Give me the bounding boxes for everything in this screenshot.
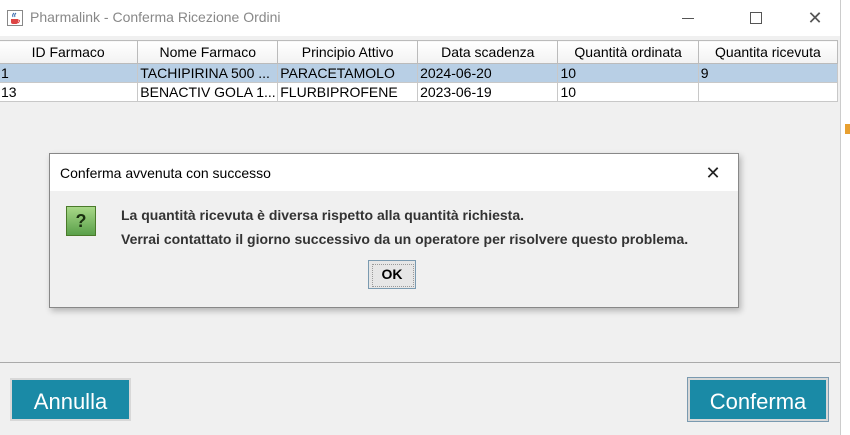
- java-cup-icon: [7, 10, 23, 26]
- cell-nome[interactable]: BENACTIV GOLA 1...: [137, 82, 279, 102]
- table-header: ID Farmaco Nome Farmaco Principio Attivo…: [0, 40, 839, 64]
- ok-button[interactable]: OK: [368, 260, 416, 289]
- confirmation-dialog: Conferma avvenuta con successo ✕ ? La qu…: [49, 153, 739, 308]
- close-icon: ✕: [807, 8, 823, 28]
- cell-ordinata[interactable]: 10: [557, 82, 699, 102]
- cell-principio[interactable]: FLURBIPROFENE: [277, 82, 419, 102]
- dialog-message-line-2: Verrai contattato il giorno successivo d…: [121, 231, 689, 247]
- cell-ordinata[interactable]: 10: [557, 63, 699, 83]
- maximize-icon: [750, 12, 762, 24]
- close-button[interactable]: ✕: [790, 0, 840, 36]
- orders-table: ID Farmaco Nome Farmaco Principio Attivo…: [0, 40, 839, 102]
- focus-ring: [372, 264, 414, 287]
- annulla-button[interactable]: Annulla: [10, 378, 131, 421]
- table-row[interactable]: 1 TACHIPIRINA 500 ... PARACETAMOLO 2024-…: [0, 63, 839, 83]
- dialog-message-line-1: La quantità ricevuta è diversa rispetto …: [121, 207, 525, 223]
- conferma-button[interactable]: Conferma: [687, 377, 829, 422]
- dialog-title: Conferma avvenuta con successo: [60, 165, 271, 181]
- column-header-principio[interactable]: Principio Attivo: [277, 40, 419, 64]
- window-title: Pharmalink - Conferma Ricezione Ordini: [30, 9, 281, 25]
- cell-scadenza[interactable]: 2023-06-19: [417, 82, 559, 102]
- dialog-close-button[interactable]: ✕: [698, 158, 728, 188]
- close-icon: ✕: [705, 163, 721, 183]
- cell-ricevuta[interactable]: 9: [697, 63, 839, 83]
- table-row[interactable]: 13 BENACTIV GOLA 1... FLURBIPROFENE 2023…: [0, 82, 839, 102]
- dialog-title-bar: Conferma avvenuta con successo ✕: [50, 154, 738, 191]
- cell-nome[interactable]: TACHIPIRINA 500 ...: [137, 63, 279, 83]
- cell-ricevuta[interactable]: [697, 82, 839, 102]
- column-header-ordinata[interactable]: Quantità ordinata: [557, 40, 699, 64]
- minimize-button[interactable]: [663, 0, 713, 36]
- cell-id[interactable]: 13: [0, 82, 139, 102]
- question-icon: ?: [66, 206, 96, 236]
- background-window-edge: [840, 0, 850, 435]
- cell-id[interactable]: 1: [0, 63, 139, 83]
- cell-principio[interactable]: PARACETAMOLO: [277, 63, 419, 83]
- column-header-nome[interactable]: Nome Farmaco: [137, 40, 279, 64]
- cell-scadenza[interactable]: 2024-06-20: [417, 63, 559, 83]
- column-header-ricevuta[interactable]: Quantita ricevuta: [697, 40, 839, 64]
- column-header-scadenza[interactable]: Data scadenza: [417, 40, 559, 64]
- column-header-id[interactable]: ID Farmaco: [0, 40, 139, 64]
- maximize-button[interactable]: [731, 0, 781, 36]
- background-icon: [845, 124, 850, 134]
- title-bar: Pharmalink - Conferma Ricezione Ordini ✕: [0, 0, 840, 36]
- minimize-icon: [682, 18, 694, 19]
